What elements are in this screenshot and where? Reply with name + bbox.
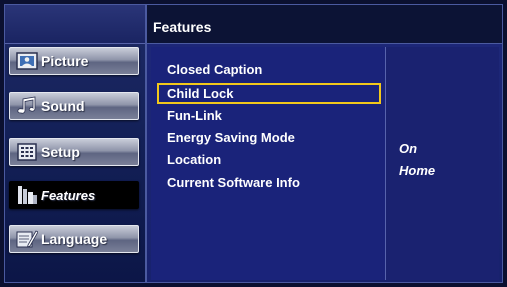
feature-item-location[interactable]: Location bbox=[157, 150, 381, 171]
sidebar-item-features[interactable]: Features bbox=[9, 181, 139, 209]
sidebar-item-label: Setup bbox=[41, 144, 80, 160]
sidebar-item-label: Sound bbox=[41, 98, 85, 114]
sidebar-item-label: Features bbox=[41, 187, 96, 203]
sidebar: Picture Sound Setup Features Language bbox=[4, 4, 146, 283]
language-icon bbox=[16, 229, 38, 249]
sidebar-item-language[interactable]: Language bbox=[9, 225, 139, 253]
feature-item-fun-link[interactable]: Fun-Link bbox=[157, 106, 381, 127]
feature-item-child-lock[interactable]: Child Lock bbox=[157, 83, 381, 104]
tv-menu-frame: Picture Sound Setup Features Language Fe… bbox=[0, 0, 507, 287]
sidebar-item-sound[interactable]: Sound bbox=[9, 92, 139, 120]
features-panel: Features Closed Caption Child Lock Fun-L… bbox=[146, 4, 503, 283]
energy-saving-mode-value: On bbox=[399, 141, 418, 156]
sidebar-item-label: Picture bbox=[41, 53, 89, 69]
picture-icon bbox=[16, 51, 38, 71]
sidebar-item-picture[interactable]: Picture bbox=[9, 47, 139, 75]
page-title: Features bbox=[153, 19, 212, 35]
panel-header: Features bbox=[147, 5, 502, 44]
setup-icon bbox=[16, 142, 38, 162]
sidebar-item-label: Language bbox=[41, 231, 108, 247]
sidebar-header bbox=[5, 5, 145, 44]
features-list: Closed Caption Child Lock Fun-Link Energ… bbox=[151, 47, 386, 280]
feature-item-current-software-info[interactable]: Current Software Info bbox=[157, 173, 381, 194]
sidebar-item-setup[interactable]: Setup bbox=[9, 138, 139, 166]
feature-values: On Home bbox=[386, 47, 499, 280]
feature-item-closed-caption[interactable]: Closed Caption bbox=[157, 60, 381, 81]
features-icon bbox=[16, 185, 38, 205]
feature-item-energy-saving-mode[interactable]: Energy Saving Mode bbox=[157, 128, 381, 149]
sound-icon bbox=[16, 96, 38, 116]
location-value: Home bbox=[399, 163, 436, 178]
